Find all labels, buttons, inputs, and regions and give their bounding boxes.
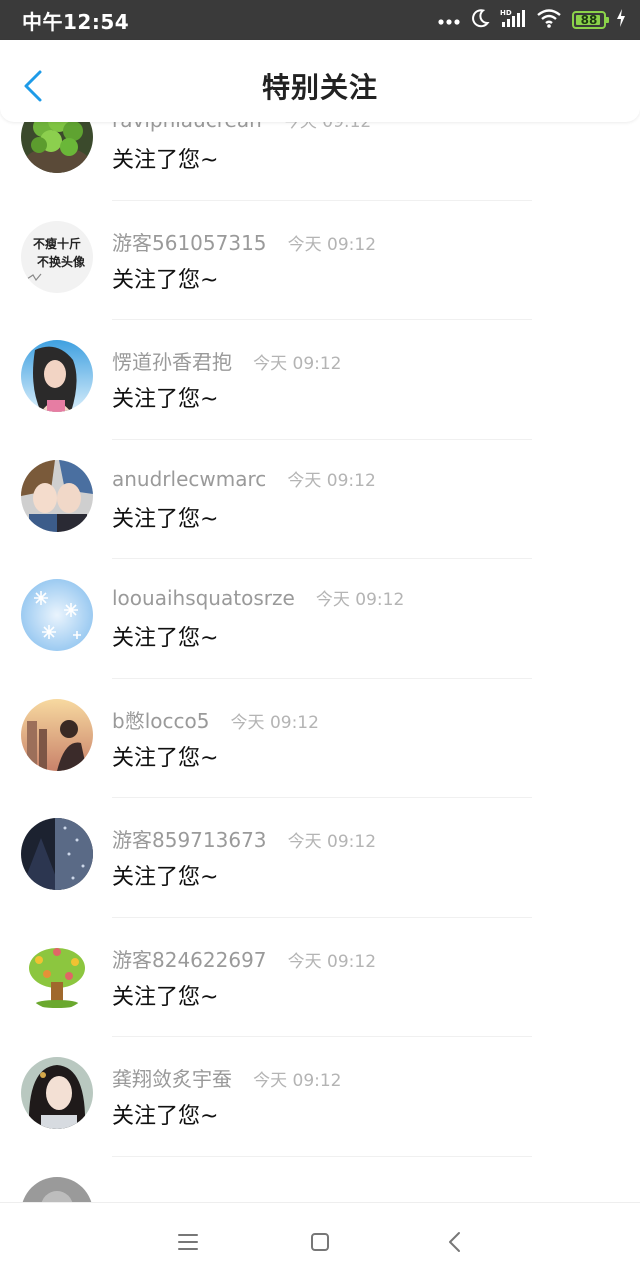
timestamp: 今天 09:12 bbox=[287, 234, 377, 255]
avatar[interactable] bbox=[21, 1057, 93, 1129]
message-text: 关注了您~ bbox=[112, 148, 219, 173]
avatar[interactable] bbox=[21, 1176, 93, 1202]
list-item[interactable] bbox=[0, 1157, 640, 1203]
timestamp: 今天 09:12 bbox=[287, 832, 377, 852]
header-bar: 特别关注 bbox=[0, 40, 640, 122]
avatar[interactable] bbox=[21, 818, 93, 890]
message-text: 关注了您~ bbox=[112, 984, 219, 1010]
list-item[interactable]: 不瘦十斤 不换头像 游客561057315 今天 09:12 关注了您~ bbox=[0, 201, 640, 320]
user-name[interactable]: 游客561057315 bbox=[112, 231, 267, 255]
follow-list-content: ravlphlaucrean 今天 09:12 关注了您~ 不瘦十斤 不换头像 … bbox=[0, 122, 640, 1202]
message-text: 关注了您~ bbox=[112, 865, 219, 890]
timestamp: 今天 09:12 bbox=[315, 590, 405, 610]
meta-line: 游客859713673 今天 09:12 bbox=[112, 824, 376, 853]
avatar[interactable]: 不瘦十斤 不换头像 bbox=[21, 220, 93, 293]
avatar[interactable] bbox=[21, 122, 93, 173]
back-arrow-icon bbox=[449, 1232, 460, 1252]
list-item[interactable]: 游客824622697 今天 09:12 关注了您~ bbox=[0, 918, 640, 1037]
status-icons: HD 88 bbox=[438, 8, 626, 32]
user-name[interactable]: ravlphlaucrean bbox=[112, 122, 262, 132]
user-name[interactable]: 游客859713673 bbox=[112, 828, 267, 852]
list-item[interactable]: 愣道孙香君抱 今天 09:12 关注了您~ bbox=[0, 320, 640, 440]
message-text: 关注了您~ bbox=[112, 387, 219, 412]
meta-line bbox=[112, 1183, 128, 1203]
message-text: 关注了您~ bbox=[112, 1104, 219, 1129]
timestamp: 今天 09:12 bbox=[287, 470, 376, 491]
page-title: 特别关注 bbox=[261, 71, 378, 104]
avatar[interactable] bbox=[21, 459, 93, 532]
meta-line: anudrlecwmarc 今天 09:12 bbox=[112, 466, 376, 491]
home-square-icon bbox=[311, 1233, 329, 1251]
user-name[interactable]: 龚翔敛炙宇蚕 bbox=[112, 1067, 232, 1091]
moon-icon bbox=[470, 8, 490, 32]
meta-line: ravlphlaucrean 今天 09:12 bbox=[112, 122, 371, 132]
charging-icon bbox=[616, 8, 626, 32]
hd-signal-icon: HD bbox=[500, 8, 526, 32]
meta-line: 游客824622697 今天 09:12 bbox=[112, 944, 376, 973]
meta-line: b憋locco5 今天 09:12 bbox=[112, 705, 319, 734]
list-item[interactable]: 游客859713673 今天 09:12 关注了您~ bbox=[0, 798, 640, 918]
user-name[interactable]: anudrlecwmarc bbox=[112, 467, 266, 491]
timestamp: 今天 09:12 bbox=[287, 951, 377, 972]
svg-text:HD: HD bbox=[500, 9, 512, 17]
meta-line: 愣道孙香君抱 今天 09:12 bbox=[112, 346, 342, 375]
timestamp: 今天 09:12 bbox=[253, 354, 342, 374]
follow-list[interactable]: ravlphlaucrean 今天 09:12 关注了您~ 不瘦十斤 不换头像 … bbox=[0, 122, 640, 1202]
avatar[interactable] bbox=[21, 579, 93, 651]
timestamp: 今天 09:12 bbox=[230, 712, 319, 733]
list-item[interactable]: 龚翔敛炙宇蚕 今天 09:12 关注了您~ bbox=[0, 1037, 640, 1157]
meta-line: 游客561057315 今天 09:12 bbox=[112, 227, 376, 256]
status-bar: 中午12:54 HD 88 bbox=[0, 0, 640, 40]
status-time: 中午12:54 bbox=[22, 10, 130, 34]
timestamp: 今天 09:12 bbox=[253, 1071, 342, 1091]
user-name[interactable]: b憋locco5 bbox=[112, 709, 209, 733]
message-text: 关注了您~ bbox=[112, 267, 219, 293]
message-text: 关注了您~ bbox=[112, 745, 219, 771]
user-name[interactable]: loouaihsquatosrze bbox=[112, 586, 295, 610]
list-item[interactable]: ravlphlaucrean 今天 09:12 关注了您~ bbox=[0, 122, 640, 201]
avatar-text-line-2: 不换头像 bbox=[37, 254, 86, 269]
message-text: 关注了您~ bbox=[112, 626, 219, 651]
user-name[interactable]: 游客824622697 bbox=[112, 948, 267, 972]
timestamp: 今天 09:12 bbox=[282, 122, 372, 132]
avatar[interactable] bbox=[21, 340, 93, 412]
home-button[interactable] bbox=[305, 1227, 335, 1257]
menu-button[interactable] bbox=[173, 1227, 203, 1257]
meta-line: loouaihsquatosrze 今天 09:12 bbox=[112, 585, 404, 610]
user-name[interactable]: 愣道孙香君抱 bbox=[112, 350, 232, 374]
system-back-button[interactable] bbox=[440, 1227, 470, 1257]
avatar[interactable] bbox=[21, 937, 93, 1010]
avatar-text-line-1: 不瘦十斤 bbox=[33, 236, 81, 251]
list-item[interactable]: b憋locco5 今天 09:12 关注了您~ bbox=[0, 679, 640, 798]
battery-level: 88 bbox=[580, 13, 598, 27]
meta-line: 龚翔敛炙宇蚕 今天 09:12 bbox=[112, 1063, 342, 1092]
wifi-icon bbox=[536, 8, 562, 32]
list-item[interactable]: anudrlecwmarc 今天 09:12 关注了您~ bbox=[0, 440, 640, 559]
list-item[interactable]: loouaihsquatosrze 今天 09:12 关注了您~ bbox=[0, 559, 640, 679]
message-text: 关注了您~ bbox=[112, 506, 219, 532]
menu-icon bbox=[178, 1234, 198, 1250]
avatar[interactable] bbox=[21, 698, 93, 771]
more-dots-icon bbox=[438, 11, 460, 30]
battery-icon: 88 bbox=[572, 11, 609, 29]
system-nav-bar bbox=[0, 1202, 640, 1280]
